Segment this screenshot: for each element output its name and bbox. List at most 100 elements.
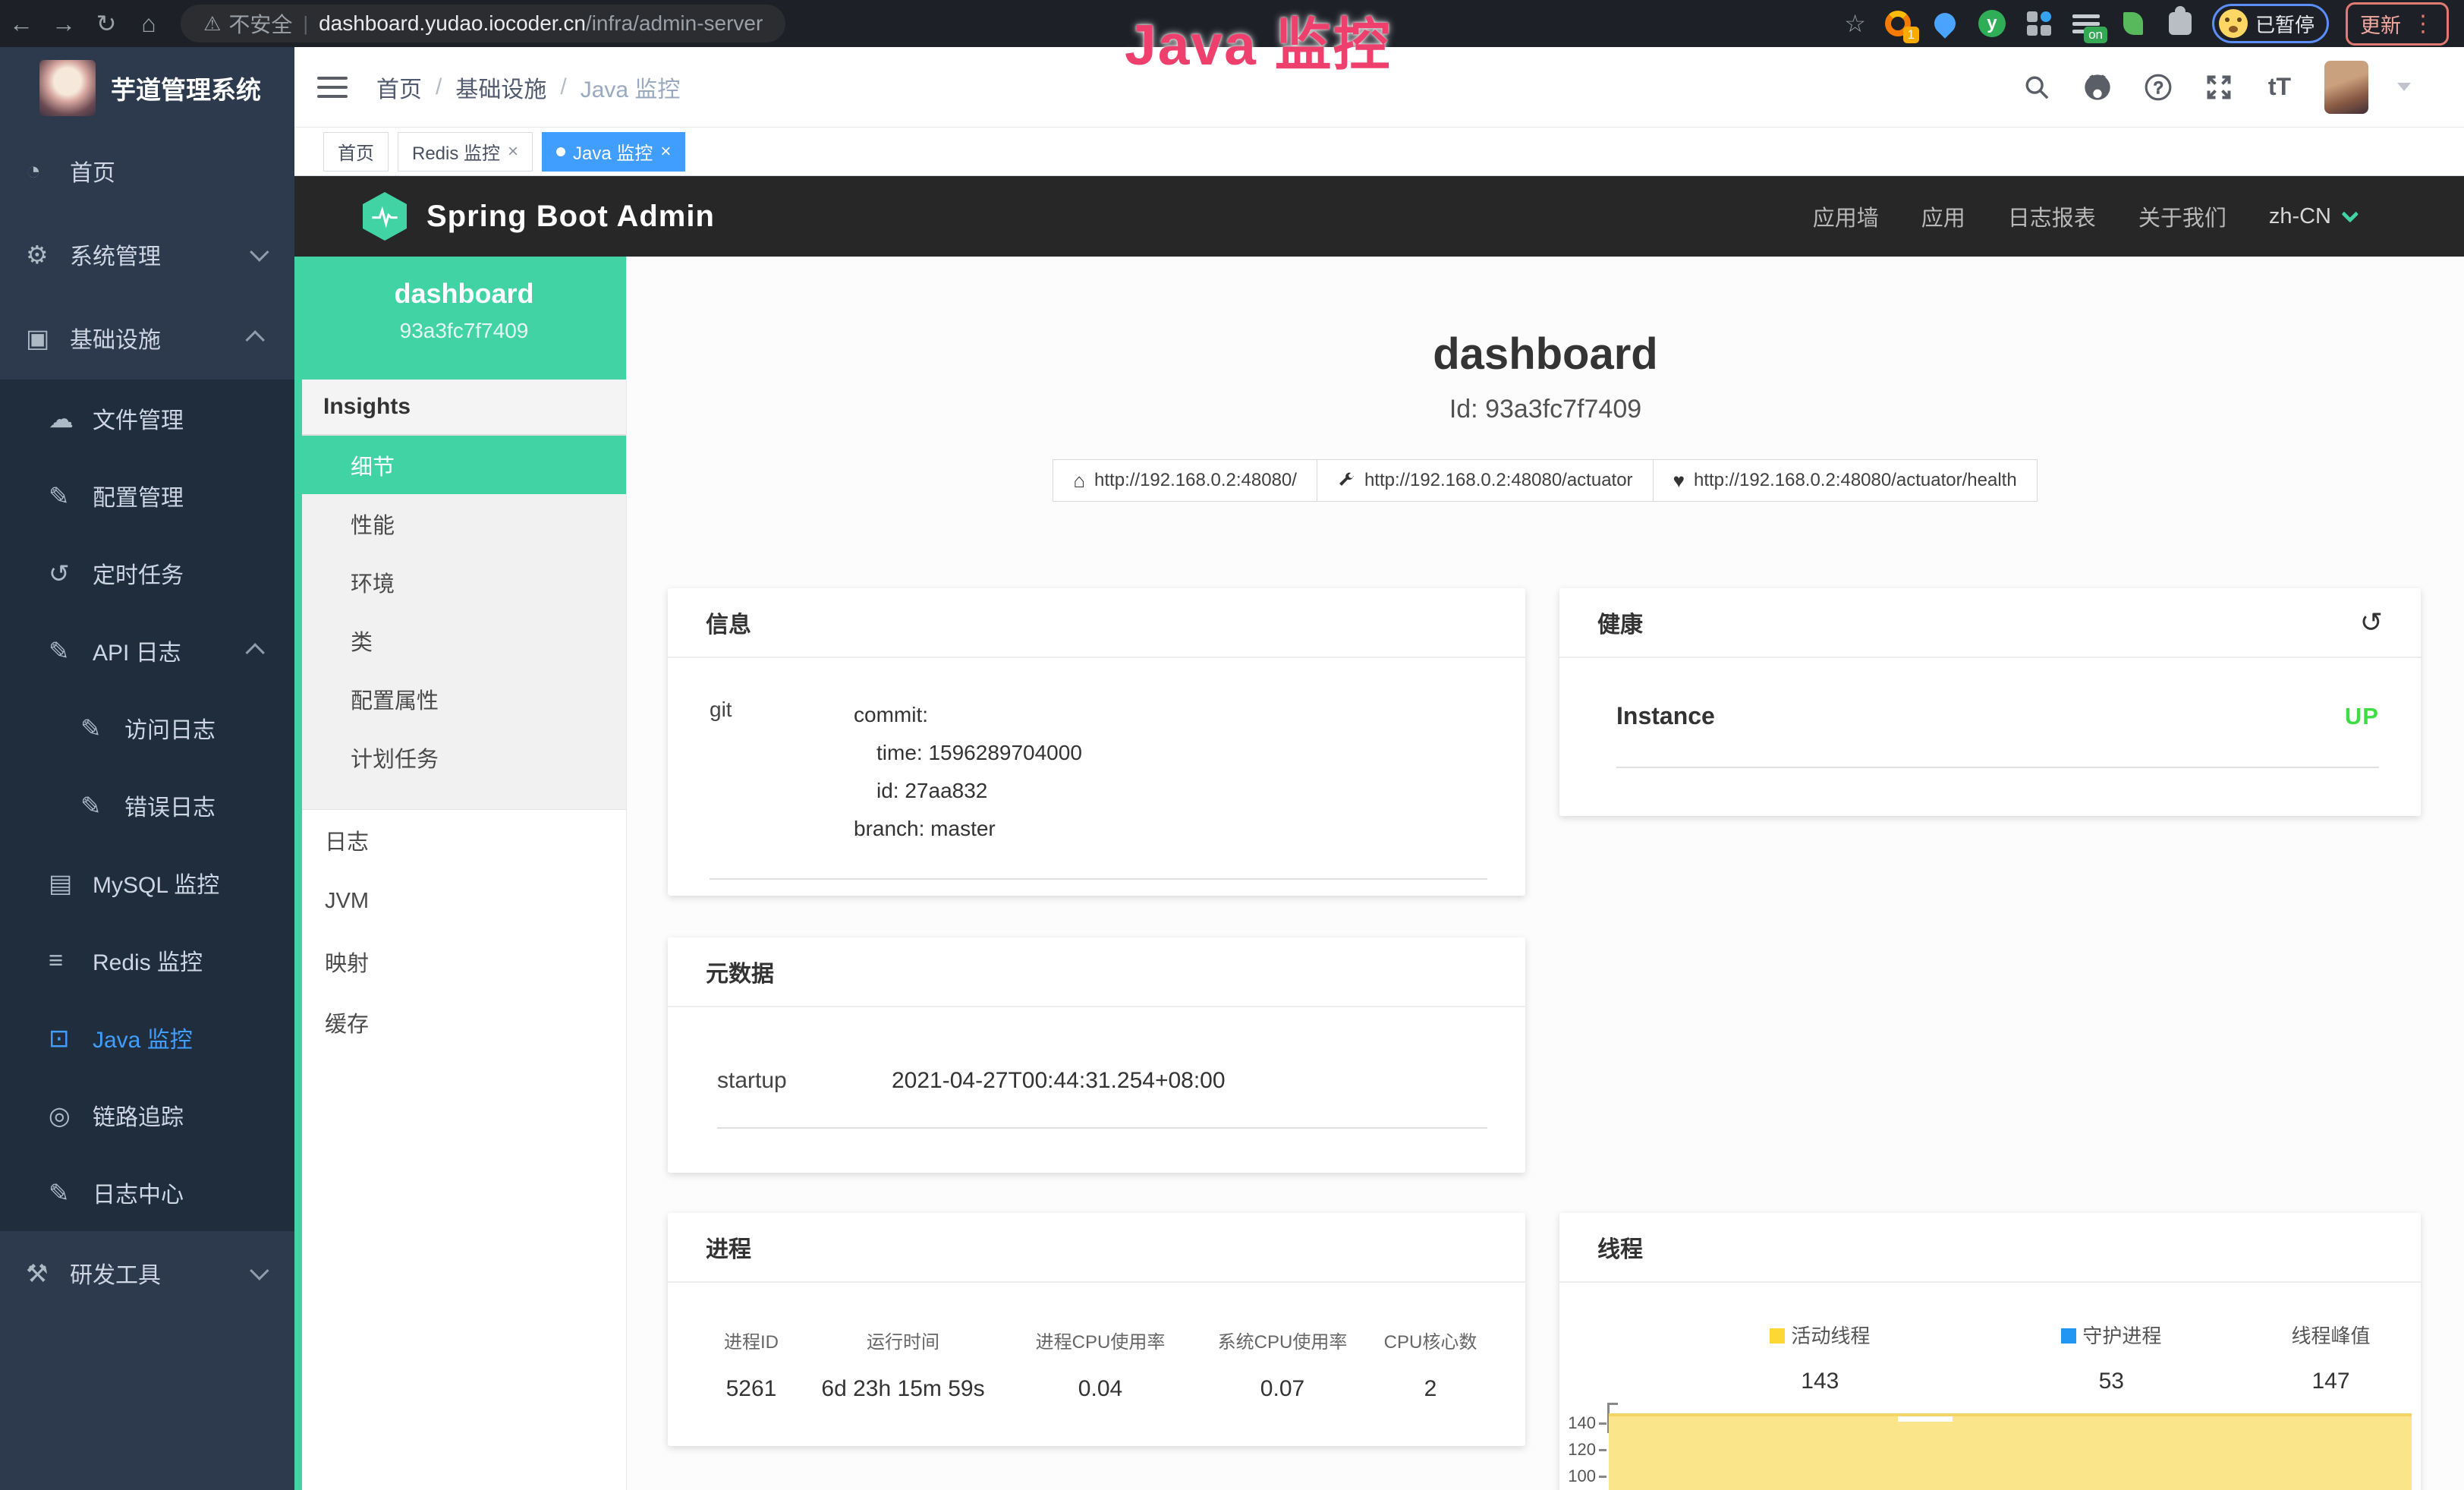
main-area: 首页 / 基础设施 / Java 监控 ? — [294, 47, 2464, 1490]
breadcrumb-home[interactable]: 首页 — [376, 71, 422, 104]
service-url-button[interactable]: ⌂ http://192.168.0.2:48080/ — [1053, 459, 1317, 502]
actuator-url-button[interactable]: http://192.168.0.2:48080/actuator — [1317, 459, 1654, 502]
security-label[interactable]: 不安全 — [228, 8, 292, 39]
sidebar-item-log-center[interactable]: ✎ 日志中心 — [0, 1154, 294, 1231]
sidebar-item-tracing[interactable]: ◎ 链路追踪 — [0, 1076, 294, 1154]
sidebar-item-home[interactable]: ◔ 首页 — [0, 129, 294, 213]
sidebar-item-label: Redis 监控 — [93, 943, 203, 977]
sidebar-submenu: ☁ 文件管理 ✎ 配置管理 ↺ 定时任务 ✎ API 日志 ✎ 访问日志 ✎ 错… — [0, 380, 294, 1231]
sidebar-item-scheduled-jobs[interactable]: ↺ 定时任务 — [0, 534, 294, 612]
extension-icon-1[interactable]: 1 — [1883, 8, 1913, 39]
sba-item-caches[interactable]: 缓存 — [302, 992, 626, 1053]
legend-live-threads: 活动线程 — [1658, 1321, 1982, 1349]
sba-nav-journal[interactable]: 日志报表 — [2008, 200, 2096, 232]
sba-locale-select[interactable]: zh-CN — [2269, 204, 2354, 229]
sba-item-config-props[interactable]: 配置属性 — [302, 669, 626, 728]
sidebar-item-label: 定时任务 — [93, 556, 184, 590]
sba-item-environment[interactable]: 环境 — [302, 553, 626, 611]
sidebar-item-api-log[interactable]: ✎ API 日志 — [0, 612, 294, 689]
extensions-puzzle-icon[interactable] — [2165, 8, 2195, 39]
github-icon[interactable] — [2082, 71, 2113, 103]
sba-item-classes[interactable]: 类 — [302, 611, 626, 669]
tab-redis-monitor[interactable]: Redis 监控 × — [398, 132, 533, 172]
forward-icon[interactable]: → — [42, 10, 85, 38]
address-bar[interactable]: ⚠ 不安全 | dashboard.yudao.iocoder.cn /infr… — [181, 5, 785, 43]
user-avatar[interactable] — [2324, 61, 2368, 114]
extension-icon-4[interactable] — [2024, 8, 2054, 39]
sidebar-item-redis-monitor[interactable]: ≡ Redis 监控 — [0, 921, 294, 999]
locale-label: zh-CN — [2269, 204, 2331, 229]
service-url: http://192.168.0.2:48080/ — [1094, 470, 1297, 491]
sba-item-metrics[interactable]: 性能 — [302, 494, 626, 553]
hamburger-icon[interactable] — [317, 77, 348, 98]
browser-update-button[interactable]: 更新 ⋮ — [2346, 2, 2449, 46]
sidebar-item-label: Java 监控 — [93, 1021, 193, 1054]
back-icon[interactable]: ← — [0, 10, 42, 38]
sidebar-item-infrastructure[interactable]: ▣ 基础设施 — [0, 296, 294, 380]
edit-icon: ✎ — [49, 1178, 93, 1208]
health-url-button[interactable]: ♥ http://192.168.0.2:48080/actuator/heal… — [1653, 459, 2038, 502]
avatar-caret-icon[interactable] — [2397, 83, 2411, 91]
sba-sidebar: dashboard 93a3fc7f7409 Insights 细节 性能 环境… — [294, 257, 627, 1490]
sba-item-details[interactable]: 细节 — [302, 436, 626, 494]
sba-item-logs[interactable]: 日志 — [302, 810, 626, 871]
process-cpu: 0.04 — [1005, 1376, 1195, 1402]
table-icon: ▤ — [49, 868, 93, 898]
annotation-java-monitor: Java 监控 — [1125, 0, 1392, 81]
card-metadata-title: 元数据 — [668, 937, 1525, 1007]
tab-home[interactable]: 首页 — [323, 132, 389, 172]
font-size-icon[interactable]: tT — [2264, 71, 2296, 103]
sba-instance-header[interactable]: dashboard 93a3fc7f7409 — [302, 257, 626, 380]
sba-nav-applications[interactable]: 应用 — [1921, 200, 1965, 232]
fullscreen-icon[interactable] — [2203, 71, 2235, 103]
live-threads-area — [1609, 1413, 2412, 1490]
sba-nav-about[interactable]: 关于我们 — [2138, 200, 2226, 232]
extension-icon-5[interactable]: on — [2071, 8, 2101, 39]
sba-item-scheduled-tasks[interactable]: 计划任务 — [302, 728, 626, 786]
sidebar-item-mysql-monitor[interactable]: ▤ MySQL 监控 — [0, 844, 294, 921]
instance-id-label: Id: 93a3fc7f7409 — [627, 395, 2464, 424]
git-id-line: id: 27aa832 — [854, 772, 1082, 810]
sba-brand-title[interactable]: Spring Boot Admin — [426, 200, 715, 234]
tab-java-monitor[interactable]: Java 监控 × — [542, 132, 685, 172]
live-threads-value: 143 — [1658, 1369, 1982, 1394]
instance-name: dashboard — [302, 278, 626, 310]
profile-avatar-icon — [2219, 9, 2248, 38]
edit-icon: ✎ — [49, 481, 93, 511]
tab-label: Redis 监控 — [412, 138, 500, 165]
home-icon[interactable]: ⌂ — [127, 10, 170, 38]
history-icon: ↺ — [49, 559, 93, 588]
sidebar-item-access-log[interactable]: ✎ 访问日志 — [0, 689, 294, 767]
breadcrumb-infrastructure[interactable]: 基础设施 — [455, 71, 546, 104]
sba-nav-wallboard[interactable]: 应用墙 — [1813, 200, 1879, 232]
leaf-icon — [2123, 12, 2143, 35]
sidebar-item-dev-tools[interactable]: ⚒ 研发工具 — [0, 1231, 294, 1315]
extension-icon-6[interactable] — [2118, 8, 2148, 39]
chevron-down-icon — [2342, 206, 2359, 223]
sidebar-item-system[interactable]: ⚙ 系统管理 — [0, 213, 294, 296]
pin-icon — [1930, 8, 1960, 39]
sba-item-jvm[interactable]: JVM — [302, 871, 626, 931]
sidebar-item-java-monitor[interactable]: ⊡ Java 监控 — [0, 999, 294, 1076]
extension-icon-3[interactable]: y — [1977, 8, 2007, 39]
cloud-upload-icon: ☁ — [49, 404, 93, 433]
sba-item-mappings[interactable]: 映射 — [302, 931, 626, 992]
sidebar-header[interactable]: 芋道管理系统 — [0, 47, 294, 129]
close-icon[interactable]: × — [660, 141, 671, 162]
help-icon[interactable]: ? — [2142, 71, 2174, 103]
browser-profile-chip[interactable]: 已暂停 — [2212, 4, 2329, 43]
health-instance-row: Instance UP — [1616, 702, 2379, 768]
sidebar-item-config-manage[interactable]: ✎ 配置管理 — [0, 457, 294, 534]
history-icon[interactable]: ↺ — [2360, 606, 2383, 638]
close-icon[interactable]: × — [508, 141, 518, 162]
profile-status-label: 已暂停 — [2255, 10, 2315, 38]
card-info-title: 信息 — [668, 588, 1525, 658]
kebab-menu-icon[interactable]: ⋮ — [2412, 11, 2434, 37]
reload-icon[interactable]: ↻ — [85, 9, 127, 38]
search-icon[interactable] — [2021, 71, 2053, 103]
sidebar-item-error-log[interactable]: ✎ 错误日志 — [0, 767, 294, 844]
bookmark-star-icon[interactable]: ☆ — [1844, 9, 1866, 38]
extension-icon-2[interactable] — [1930, 8, 1960, 39]
sidebar-item-file-manage[interactable]: ☁ 文件管理 — [0, 380, 294, 457]
gear-icon: ⚙ — [26, 240, 70, 269]
